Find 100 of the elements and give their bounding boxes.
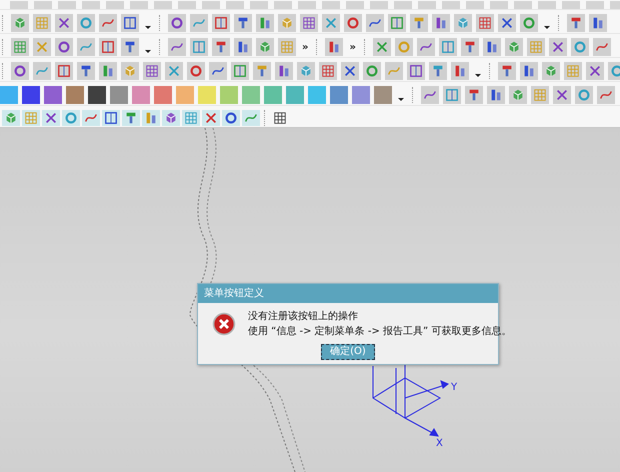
toolbar-button[interactable]: [421, 86, 439, 104]
bar-icon: [591, 16, 605, 30]
toolbar-button[interactable]: [589, 14, 607, 32]
toolbar-button[interactable]: [438, 38, 457, 56]
pin-icon: [124, 111, 138, 125]
toolbar-button[interactable]: [234, 38, 252, 56]
ring-icon: [189, 64, 203, 78]
color-swatch[interactable]: [88, 86, 106, 104]
frame-icon: [409, 64, 423, 78]
cross-icon: [550, 40, 565, 54]
ring-icon: [572, 40, 587, 54]
toolbar-button[interactable]: [275, 62, 293, 80]
bar-icon: [101, 64, 115, 78]
error-message: 没有注册该按钮上的操作: [248, 310, 359, 323]
overflow-marker[interactable]: »: [347, 42, 358, 52]
grid-icon: [528, 40, 543, 54]
color-swatch[interactable]: [286, 86, 304, 104]
dropdown-arrow-icon[interactable]: [145, 26, 151, 28]
grid-icon: [566, 64, 580, 78]
dropdown-arrow-icon[interactable]: [398, 98, 404, 100]
cross-icon: [374, 40, 389, 54]
error-icon: [212, 312, 236, 336]
toolbar-button[interactable]: [209, 62, 227, 80]
color-swatch[interactable]: [176, 86, 194, 104]
grid-icon: [533, 88, 547, 102]
toolbar-button[interactable]: [520, 62, 538, 80]
toolbar-button[interactable]: [548, 38, 567, 56]
ring-icon: [577, 88, 591, 102]
ring-icon: [610, 64, 620, 78]
toolbar-button[interactable]: [55, 38, 73, 56]
toolbar-button[interactable]: [407, 62, 425, 80]
color-swatch[interactable]: [132, 86, 150, 104]
toolbar-button[interactable]: [121, 14, 139, 32]
cube-icon: [258, 40, 272, 54]
color-swatch[interactable]: [44, 86, 62, 104]
color-swatch[interactable]: [154, 86, 172, 104]
color-swatch[interactable]: [22, 86, 40, 104]
frame-icon: [445, 88, 459, 102]
bar-icon: [277, 64, 291, 78]
overflow-marker[interactable]: »: [300, 42, 310, 52]
toolbar-button[interactable]: [222, 110, 240, 126]
toolbar-button[interactable]: [460, 38, 479, 56]
toolbar-button[interactable]: [162, 110, 180, 126]
cross-icon: [57, 16, 71, 30]
grid-icon: [35, 16, 49, 30]
grid-icon: [24, 111, 38, 125]
color-swatch[interactable]: [110, 86, 128, 104]
error-message: 使用 “信息 -> 定制菜单条 -> 报告工具” 可获取更多信息。: [248, 325, 512, 338]
color-swatch[interactable]: [352, 86, 370, 104]
color-swatch[interactable]: [374, 86, 392, 104]
grid-icon: [478, 16, 492, 30]
cross-icon: [324, 16, 338, 30]
dropdown-arrow-icon[interactable]: [145, 50, 151, 52]
toolbar-button[interactable]: [77, 62, 95, 80]
color-swatch[interactable]: [330, 86, 348, 104]
cube-icon: [456, 16, 470, 30]
toolbar-button[interactable]: [143, 62, 161, 80]
toolbar-button[interactable]: [168, 38, 186, 56]
cube-icon: [544, 64, 558, 78]
bar-icon: [236, 40, 250, 54]
toolbar-button[interactable]: [416, 38, 435, 56]
toolbar-button[interactable]: [553, 86, 571, 104]
toolbar-button[interactable]: [341, 62, 359, 80]
cross-icon: [500, 16, 514, 30]
frame-icon: [214, 16, 228, 30]
color-swatch[interactable]: [264, 86, 282, 104]
color-swatch[interactable]: [242, 86, 260, 104]
color-swatch[interactable]: [308, 86, 326, 104]
toolbar-button[interactable]: [366, 14, 384, 32]
color-swatch[interactable]: [0, 86, 18, 104]
toolbar-button[interactable]: [592, 38, 611, 56]
toolbar-button[interactable]: [586, 62, 604, 80]
ring-icon: [224, 111, 238, 125]
axis-label: Y: [451, 382, 458, 393]
toolbar-button[interactable]: [234, 14, 252, 32]
ring-icon: [13, 64, 27, 78]
color-swatch[interactable]: [220, 86, 238, 104]
toolbar-button[interactable]: [55, 14, 73, 32]
toolbar-button[interactable]: [325, 38, 344, 56]
toolbar-button[interactable]: [300, 14, 318, 32]
toolbar-button[interactable]: [11, 62, 29, 80]
ring-icon: [57, 40, 71, 54]
toolbar-button[interactable]: [487, 86, 505, 104]
color-swatch[interactable]: [66, 86, 84, 104]
toolbar-button[interactable]: [42, 110, 60, 126]
color-swatch[interactable]: [198, 86, 216, 104]
toolbar-button[interactable]: [102, 110, 120, 126]
ring-icon: [522, 16, 536, 30]
toolbar-button[interactable]: [498, 14, 516, 32]
frame-icon: [104, 111, 118, 125]
dropdown-arrow-icon[interactable]: [475, 74, 481, 76]
pin-icon: [236, 16, 250, 30]
frame-icon: [440, 40, 455, 54]
pin-icon: [431, 64, 445, 78]
dropdown-arrow-icon[interactable]: [544, 26, 550, 28]
toolbar-button[interactable]: [168, 14, 186, 32]
toolbar-button[interactable]: [121, 38, 139, 56]
toolbar-button[interactable]: [482, 38, 501, 56]
ring-icon: [365, 64, 379, 78]
toolbar-button[interactable]: [432, 14, 450, 32]
